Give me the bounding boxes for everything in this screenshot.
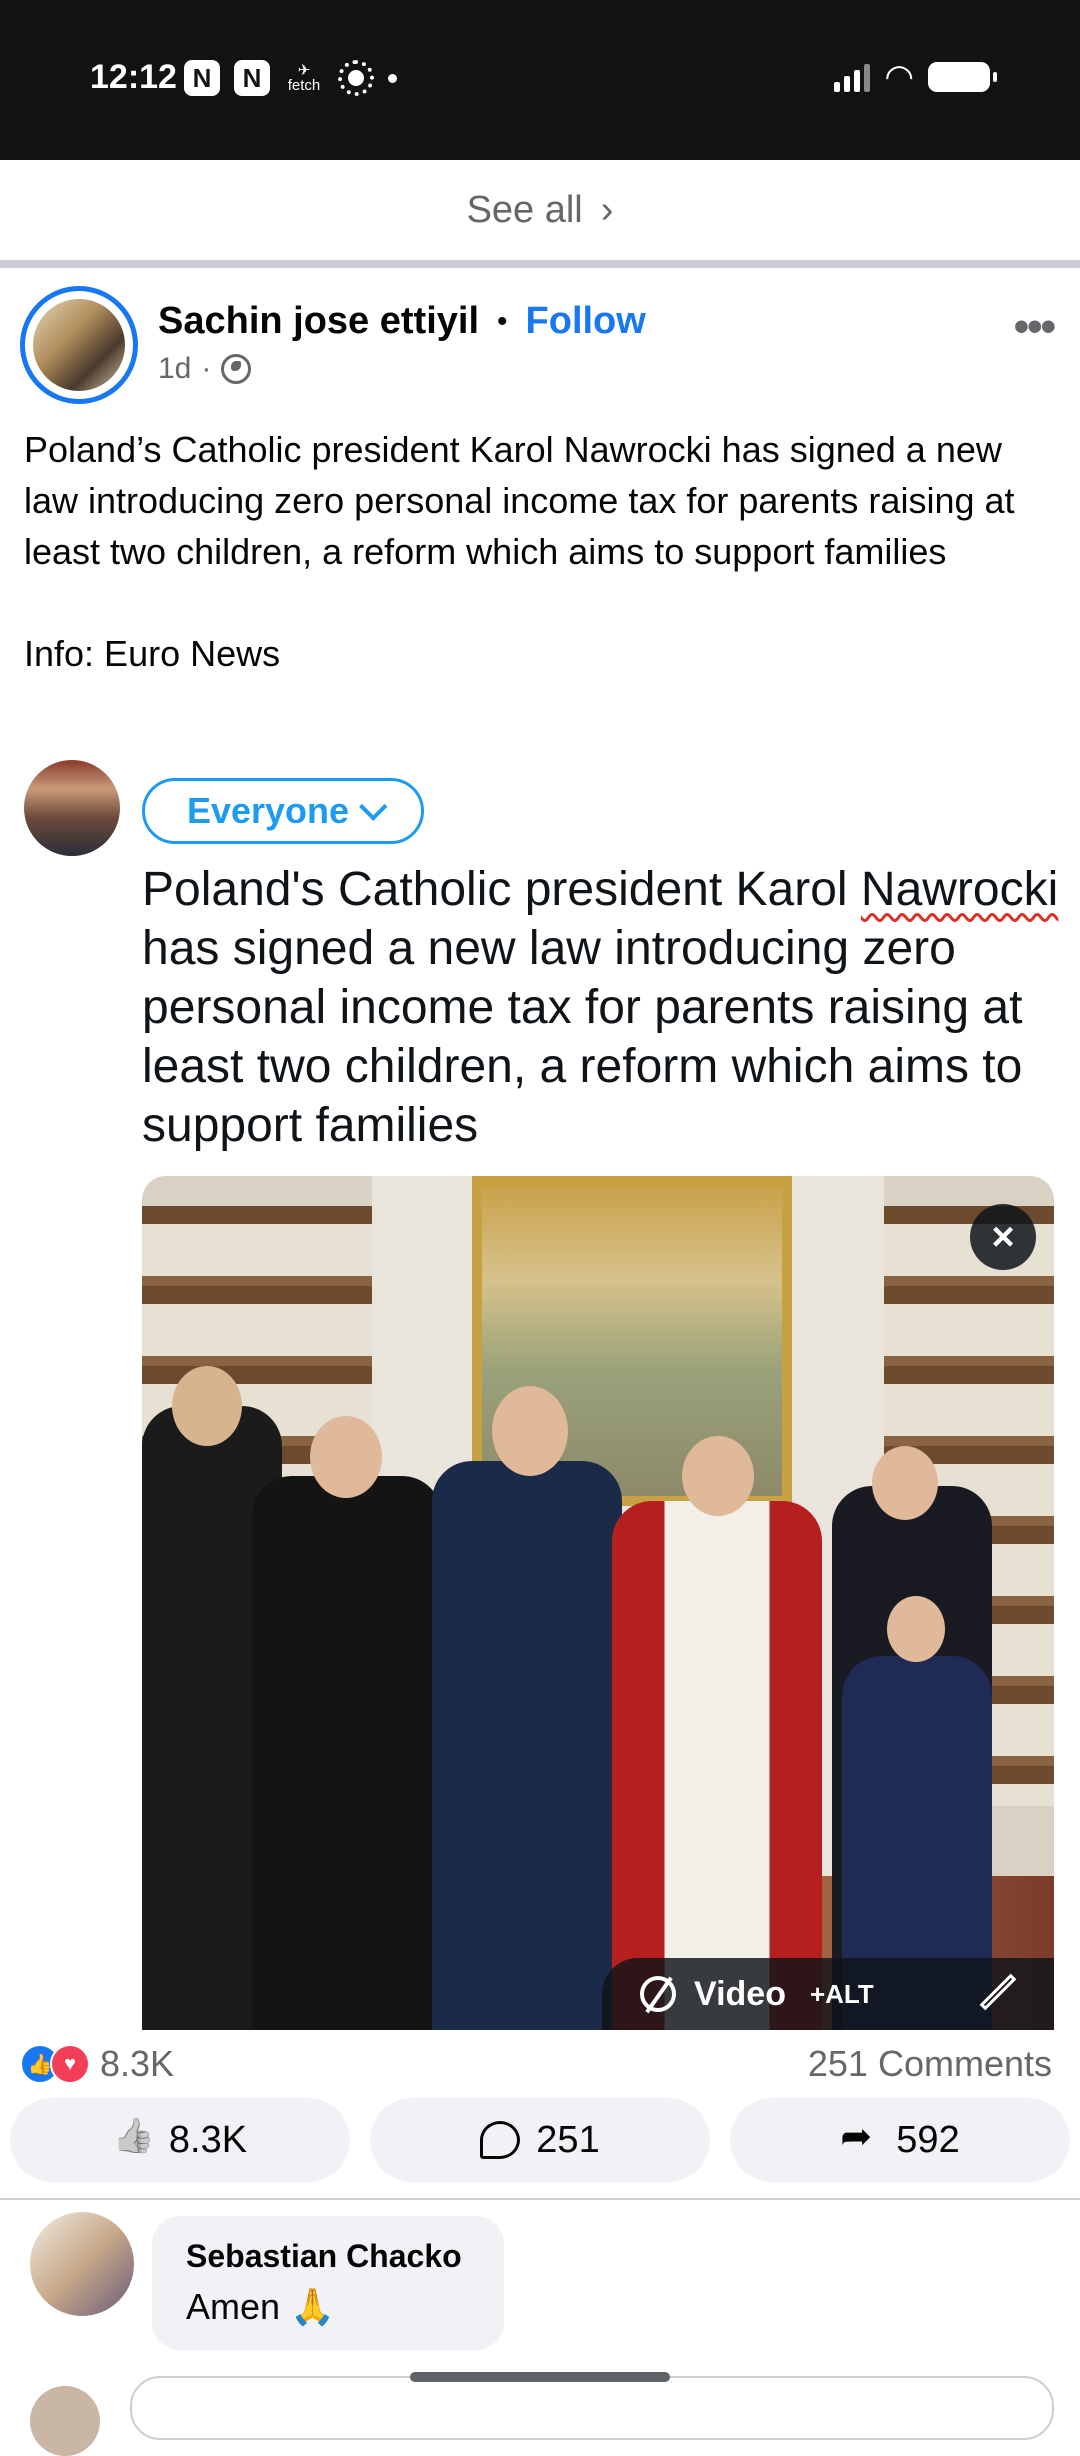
signal-icon: [834, 62, 871, 92]
caption-text: Poland’s Catholic president Karol Nawroc…: [24, 429, 1015, 572]
comment-count: 251: [536, 2118, 600, 2161]
app-notification-icon: N: [234, 60, 270, 96]
embed-text-misspelled-word: Nawrocki: [860, 863, 1059, 916]
alt-text-button: +ALT: [809, 1978, 874, 2009]
photo-toolbar: Video +ALT: [602, 1958, 1054, 2030]
embed-text-start: Poland's Catholic president Karol: [142, 863, 861, 916]
embed-text: Poland's Catholic president Karol Nawroc…: [142, 860, 1062, 1155]
author-avatar[interactable]: [20, 286, 138, 404]
no-video-icon: [640, 1976, 676, 2012]
status-time: 12:12: [90, 58, 177, 96]
comment-item: Sebastian Chacko Amen 🙏: [30, 2212, 1070, 2362]
comment-bubble[interactable]: Sebastian Chacko Amen 🙏: [152, 2216, 504, 2350]
author-name[interactable]: Sachin jose ettiyil: [158, 300, 479, 343]
post-caption: Poland’s Catholic president Karol Nawroc…: [24, 424, 1064, 679]
love-reaction-icon[interactable]: ♥: [50, 2044, 90, 2084]
video-toggle: Video: [602, 1975, 786, 2014]
comment-bubble-icon: [480, 2121, 521, 2159]
brush-icon: [978, 1974, 1018, 2014]
audience-selector-button: Everyone: [142, 778, 424, 844]
photo-person-head: [887, 1596, 945, 1662]
comment-author[interactable]: Sebastian Chacko: [186, 2238, 462, 2275]
embed-text-end: has signed a new law introducing zero pe…: [142, 922, 1023, 1152]
photo-person-head: [492, 1386, 568, 1476]
more-notifications-dot: [388, 73, 397, 83]
embed-avatar: [24, 760, 120, 856]
battery-icon: [928, 62, 997, 92]
comment-text: Amen 🙏: [186, 2286, 335, 2327]
close-icon: ×: [970, 1204, 1036, 1270]
comment-button[interactable]: 251: [370, 2098, 710, 2182]
next-commenter-avatar[interactable]: [30, 2386, 100, 2456]
wifi-icon: ◠: [884, 58, 914, 96]
photo-person-head: [682, 1436, 754, 1516]
fetch-icon: ✈ fetch: [287, 62, 321, 94]
comment-input[interactable]: [130, 2376, 1054, 2440]
status-notification-icons: N N ✈ fetch: [184, 58, 397, 98]
reactions-summary: 👍 ♥ 8.3K 251 Comments: [20, 2036, 1060, 2092]
thumbs-up-icon: [113, 2120, 153, 2160]
weather-icon: [338, 60, 374, 96]
author-avatar-image: [33, 299, 125, 391]
audience-label: Everyone: [186, 790, 350, 831]
home-indicator[interactable]: [410, 2372, 670, 2382]
reaction-count[interactable]: 8.3K: [100, 2043, 174, 2085]
action-bar: 8.3K 251 592: [10, 2098, 1070, 2182]
caption-source: Info: Euro News: [24, 633, 281, 674]
chevron-right-icon: ›: [600, 188, 614, 231]
separator-dot: •: [497, 304, 508, 338]
like-count: 8.3K: [168, 2118, 248, 2161]
globe-icon[interactable]: [221, 354, 252, 384]
photo-person: [612, 1501, 822, 2030]
app-notification-icon: N: [184, 60, 220, 96]
post-photo[interactable]: × Video +ALT: [142, 1176, 1054, 2030]
photo-person: [432, 1461, 622, 2030]
divider: [0, 2198, 1080, 2200]
fetch-label: fetch: [287, 77, 321, 94]
share-arrow-icon: [840, 2114, 880, 2160]
status-system-icons: ◠: [834, 58, 997, 96]
post-time[interactable]: 1d: [158, 352, 191, 386]
post-meta: 1d ·: [158, 352, 252, 386]
see-all-button[interactable]: See all ›: [0, 160, 1080, 268]
photo-person-head: [872, 1446, 938, 1520]
like-button[interactable]: 8.3K: [10, 2098, 350, 2182]
see-all-label: See all: [466, 188, 583, 231]
comments-count[interactable]: 251 Comments: [808, 2043, 1052, 2085]
author-line: Sachin jose ettiyil • Follow: [158, 300, 646, 343]
post-header: Sachin jose ettiyil • Follow 1d · •••: [20, 286, 1060, 406]
share-button[interactable]: 592: [730, 2098, 1070, 2182]
follow-button[interactable]: Follow: [526, 300, 646, 343]
more-options-icon[interactable]: •••: [1014, 302, 1056, 352]
photo-person: [252, 1476, 442, 2030]
share-count: 592: [896, 2118, 960, 2161]
status-bar: 12:12 N N ✈ fetch ◠: [0, 0, 1080, 160]
separator-dot: ·: [201, 352, 212, 385]
video-label: Video: [694, 1974, 786, 2013]
commenter-avatar[interactable]: [30, 2212, 134, 2316]
chevron-down-icon: [359, 792, 388, 821]
photo-person-head: [172, 1366, 242, 1446]
photo-person-head: [310, 1416, 382, 1498]
